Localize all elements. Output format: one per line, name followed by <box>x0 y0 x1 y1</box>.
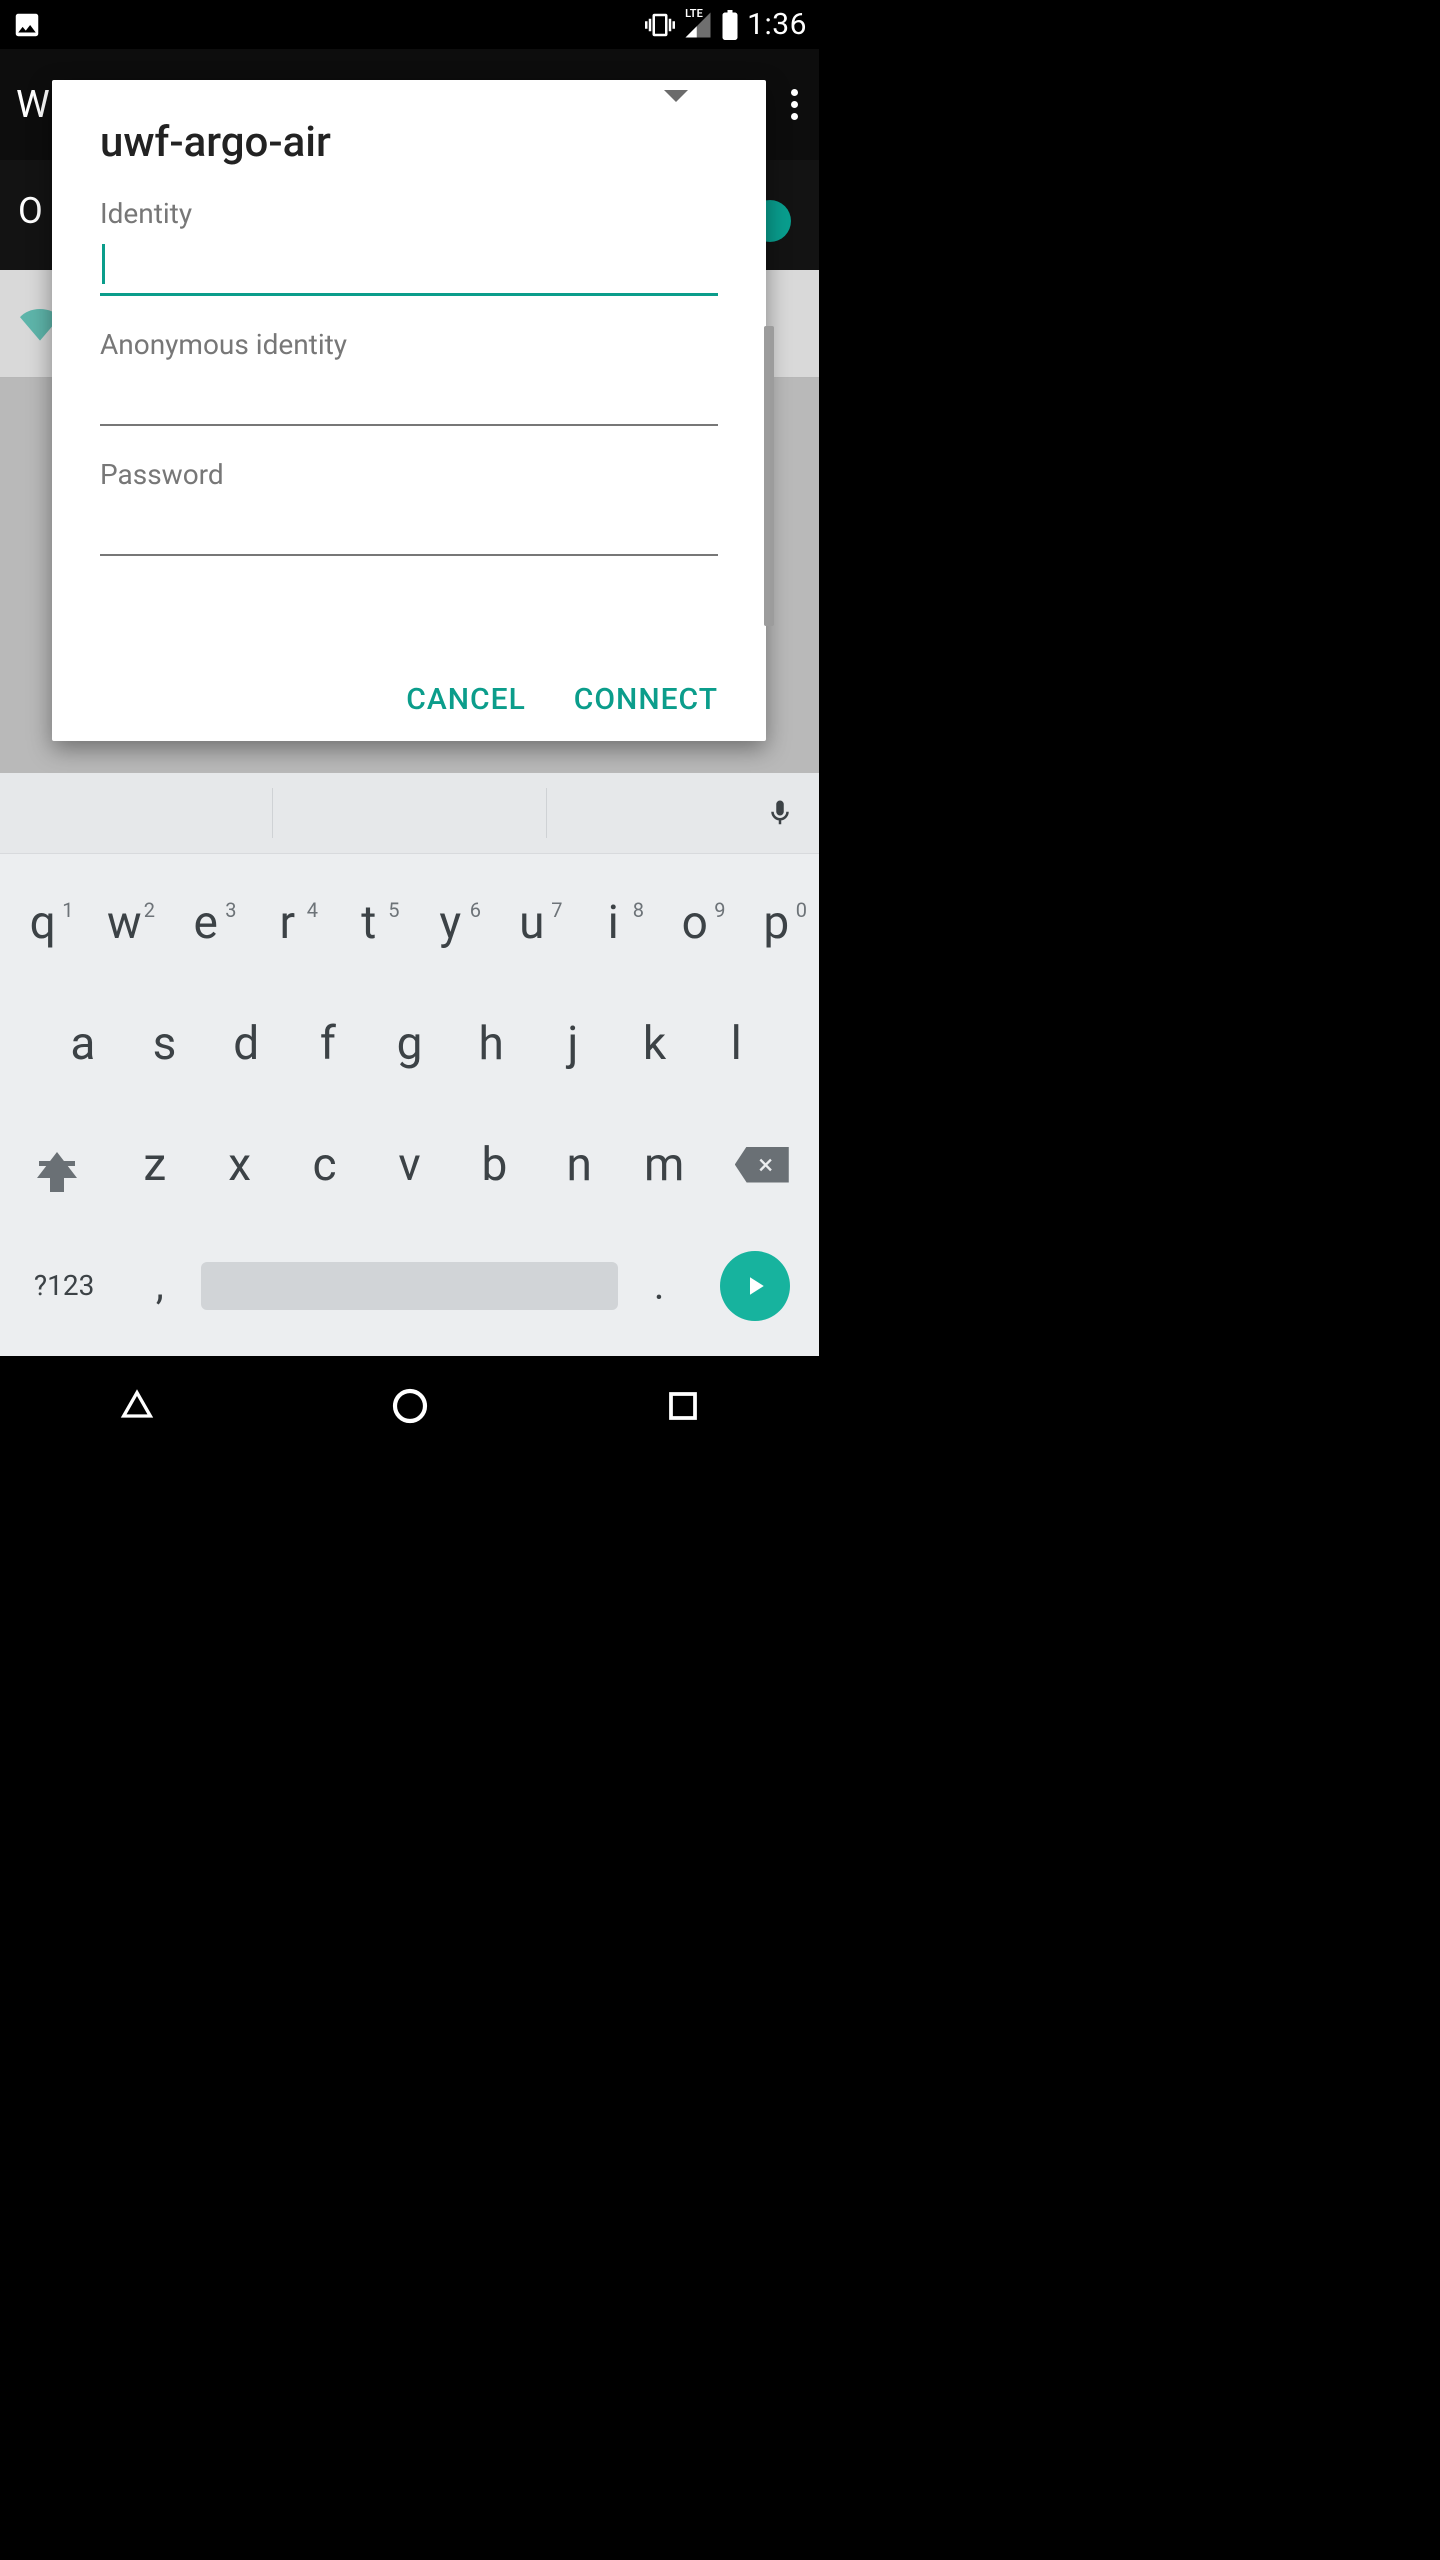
suggestion-divider <box>546 788 547 838</box>
key-v[interactable]: v <box>367 1138 452 1192</box>
dialog-actions: CANCEL CONNECT <box>100 654 718 717</box>
anonymous-identity-input[interactable] <box>100 361 718 426</box>
password-label: Password <box>100 458 718 491</box>
keyboard-row: q1w2e3r4t5y6u7i8o9p0 <box>2 862 817 983</box>
password-input[interactable] <box>100 491 718 556</box>
key-hint: 2 <box>144 898 155 922</box>
cancel-button[interactable]: CANCEL <box>406 682 526 717</box>
shift-underline-icon <box>39 1161 75 1166</box>
key-k[interactable]: k <box>614 1017 696 1071</box>
backspace-key[interactable] <box>707 1147 817 1183</box>
key-c[interactable]: c <box>282 1138 367 1192</box>
key-b[interactable]: b <box>452 1138 537 1192</box>
nav-home-button[interactable] <box>388 1384 432 1428</box>
key-hint: 7 <box>551 898 562 922</box>
key-e[interactable]: e3 <box>165 896 247 950</box>
nav-back-button[interactable] <box>115 1384 159 1428</box>
key-l[interactable]: l <box>695 1017 777 1071</box>
dropdown-caret-icon[interactable] <box>664 90 688 102</box>
period-key[interactable]: . <box>618 1262 701 1309</box>
text-cursor <box>102 244 105 284</box>
key-hint: 4 <box>307 898 318 922</box>
key-w[interactable]: w2 <box>84 896 166 950</box>
comma-key[interactable]: , <box>118 1262 201 1309</box>
key-hint: 9 <box>714 898 725 922</box>
key-hint: 8 <box>633 898 644 922</box>
key-g[interactable]: g <box>369 1017 451 1071</box>
key-i[interactable]: i8 <box>573 896 655 950</box>
nav-recents-button[interactable] <box>661 1384 705 1428</box>
identity-label: Identity <box>100 197 718 230</box>
key-z[interactable]: z <box>112 1138 197 1192</box>
enter-icon <box>720 1251 790 1321</box>
key-h[interactable]: h <box>450 1017 532 1071</box>
keyboard-row: asdfghjkl <box>2 983 817 1104</box>
key-y[interactable]: y6 <box>410 896 492 950</box>
key-hint: 3 <box>225 898 236 922</box>
system-nav-bar <box>0 1356 819 1456</box>
key-m[interactable]: m <box>622 1138 707 1192</box>
shift-key[interactable] <box>2 1152 112 1178</box>
wifi-connect-dialog: uwf-argo-air Identity Anonymous identity… <box>52 80 766 741</box>
key-o[interactable]: o9 <box>654 896 736 950</box>
keyboard-row: zxcvbnm <box>2 1104 817 1225</box>
key-hint: 0 <box>796 898 807 922</box>
key-j[interactable]: j <box>532 1017 614 1071</box>
space-key[interactable] <box>201 1262 617 1310</box>
key-f[interactable]: f <box>287 1017 369 1071</box>
key-a[interactable]: a <box>42 1017 124 1071</box>
key-n[interactable]: n <box>537 1138 622 1192</box>
connect-button[interactable]: CONNECT <box>574 682 718 717</box>
key-q[interactable]: q1 <box>2 896 84 950</box>
identity-input[interactable] <box>100 230 718 296</box>
symbols-key[interactable]: ?123 <box>10 1269 118 1302</box>
enter-key[interactable] <box>701 1251 809 1321</box>
on-screen-keyboard: q1w2e3r4t5y6u7i8o9p0 asdfghjkl zxcvbnm ?… <box>0 773 819 1356</box>
key-d[interactable]: d <box>205 1017 287 1071</box>
key-t[interactable]: t5 <box>328 896 410 950</box>
key-u[interactable]: u7 <box>491 896 573 950</box>
dialog-title: uwf-argo-air <box>100 118 718 167</box>
keyboard-suggestion-bar <box>0 773 819 854</box>
screen: LTE 1:36 W O uwf-argo-air Identity <box>0 0 819 1456</box>
key-hint: 1 <box>62 898 73 922</box>
key-s[interactable]: s <box>124 1017 206 1071</box>
key-hint: 6 <box>470 898 481 922</box>
dialog-scrollbar[interactable] <box>764 326 774 626</box>
key-p[interactable]: p0 <box>736 896 818 950</box>
key-x[interactable]: x <box>197 1138 282 1192</box>
keyboard-row: ?123 , . <box>2 1225 817 1346</box>
key-r[interactable]: r4 <box>247 896 329 950</box>
anonymous-identity-label: Anonymous identity <box>100 328 718 361</box>
key-hint: 5 <box>388 898 399 922</box>
mic-icon[interactable] <box>765 793 795 833</box>
backspace-icon <box>735 1147 789 1183</box>
suggestion-divider <box>272 788 273 838</box>
